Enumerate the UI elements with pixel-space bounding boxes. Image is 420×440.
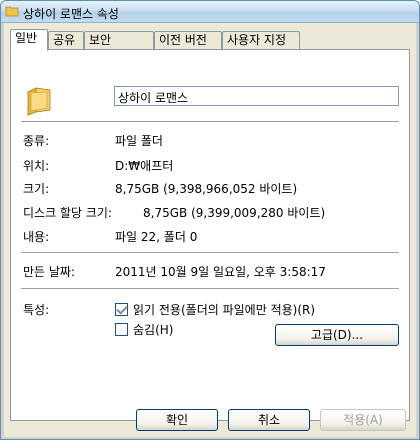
window-title: 상하이 로맨스 속성: [23, 7, 119, 21]
attributes-label: 특성:: [23, 303, 50, 317]
properties-window: 상하이 로맨스 속성 일반 공유 보안 이전 버전 사용자 지정 상하이 로맨스…: [0, 0, 420, 440]
contents-value: 파일 22, 폴더 0: [115, 230, 198, 244]
tab-previous-versions[interactable]: 이전 버전: [154, 31, 222, 50]
type-value: 파일 폴더: [115, 134, 163, 148]
tab-sharing[interactable]: 공유: [48, 31, 84, 50]
location-label: 위치:: [23, 159, 50, 173]
hidden-label[interactable]: 숨김(H): [133, 321, 173, 338]
created-value: 2011년 10월 9일 일요일, 오후 3:58:17: [115, 265, 326, 279]
type-label: 종류:: [23, 134, 50, 148]
disk-size-value: 8,75GB (9,399,009,280 바이트): [143, 206, 326, 220]
apply-button[interactable]: 적용(A): [320, 409, 406, 431]
ok-button[interactable]: 확인: [136, 409, 218, 431]
tab-general[interactable]: 일반: [10, 29, 48, 51]
readonly-label[interactable]: 읽기 전용(폴더의 파일에만 적용)(R): [133, 301, 315, 318]
divider: [21, 121, 399, 123]
location-value: D:₩애프터: [115, 159, 174, 173]
created-label: 만든 날짜:: [23, 265, 76, 279]
dialog-content: 일반 공유 보안 이전 버전 사용자 지정 상하이 로맨스 종류: 파일 폴더 …: [4, 23, 416, 437]
advanced-button[interactable]: 고급(D)...: [275, 324, 399, 346]
size-value: 8,75GB (9,398,966,052 바이트): [115, 182, 298, 196]
tab-customize[interactable]: 사용자 지정: [222, 31, 300, 50]
tab-security[interactable]: 보안: [84, 31, 154, 50]
cancel-button[interactable]: 취소: [228, 409, 310, 431]
disk-size-label: 디스크 할당 크기:: [23, 206, 112, 220]
folder-icon: [27, 87, 51, 116]
size-label: 크기:: [23, 182, 50, 196]
general-panel: 상하이 로맨스 종류: 파일 폴더 위치: D:₩애프터 크기: 8,75GB …: [10, 49, 410, 421]
readonly-checkbox[interactable]: [115, 303, 128, 316]
title-bar[interactable]: 상하이 로맨스 속성: [1, 1, 419, 23]
folder-name-input[interactable]: 상하이 로맨스: [114, 86, 399, 106]
hidden-checkbox[interactable]: [115, 323, 128, 336]
contents-label: 내용:: [23, 230, 50, 244]
divider: [21, 252, 399, 254]
divider: [21, 288, 399, 290]
folder-icon: [5, 6, 19, 17]
